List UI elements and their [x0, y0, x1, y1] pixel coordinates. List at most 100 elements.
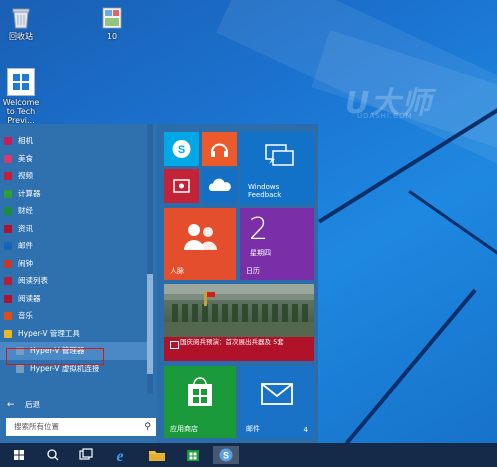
app-item-alarm[interactable]: 闹钟	[0, 255, 150, 273]
app-item-label: 视频	[18, 171, 33, 180]
tile-label: 人脉	[170, 267, 184, 275]
highlight-box	[6, 348, 104, 365]
app-item-finance[interactable]: 财经	[0, 202, 150, 220]
app-list-scrollbar-thumb[interactable]	[147, 274, 153, 374]
app-item-label: 资讯	[18, 223, 33, 233]
file-explorer-button[interactable]	[144, 446, 170, 464]
news-tile-icon	[170, 341, 179, 349]
app-item-label: 邮件	[18, 241, 33, 250]
people-icon	[184, 224, 217, 250]
envelope-icon	[261, 383, 293, 405]
folder-icon	[4, 329, 12, 338]
wallpaper-line	[345, 288, 477, 445]
mail-icon	[4, 242, 12, 250]
tile-onedrive[interactable]	[202, 169, 237, 203]
app-item-label: 美食	[18, 153, 33, 163]
app-item-label: 阅读列表	[18, 276, 48, 285]
tile-music[interactable]	[202, 132, 237, 166]
svg-text:S: S	[223, 451, 229, 461]
mail-unread-count: 4	[303, 426, 308, 434]
tile-label: 日历	[246, 267, 260, 275]
wallpaper-line	[408, 190, 497, 273]
app-item-reading-list[interactable]: 阅读列表	[0, 272, 150, 290]
headphones-icon	[211, 143, 228, 157]
app-item-music[interactable]: 音乐	[0, 307, 150, 325]
start-menu-app-list-pane: 相机 美食 视频 计算器 财经 资讯 邮件 闹钟 阅读列表 阅读器 音乐 Hyp…	[0, 124, 157, 443]
start-button[interactable]	[6, 446, 32, 464]
tile-skype[interactable]: S	[164, 132, 199, 166]
news-icon	[4, 224, 12, 233]
internet-explorer-icon: e	[116, 448, 123, 465]
search-icon	[47, 449, 59, 461]
app-item-label: Hyper-V 管理工具	[18, 328, 80, 338]
search-icon: ⚲	[144, 422, 151, 432]
app-item-mail[interactable]: 邮件	[0, 237, 150, 255]
desktop: U大师 UDASHI.COM 回收站 10 Welcome to Tech Pr…	[0, 0, 497, 467]
app-item-news[interactable]: 资讯	[0, 220, 150, 238]
tile-store[interactable]: 应用商店	[164, 366, 236, 438]
app-item-hyperv-tools-folder[interactable]: Hyper-V 管理工具	[0, 325, 150, 343]
calculator-icon	[4, 189, 12, 198]
app-item-food[interactable]: 美食	[0, 150, 150, 168]
video-icon	[173, 179, 190, 193]
music-icon	[4, 312, 12, 320]
app-item-reader[interactable]: 阅读器	[0, 290, 150, 308]
food-icon	[4, 154, 12, 163]
desktop-icon-label: 回收站	[9, 32, 33, 41]
search-placeholder: 搜索所有位置	[14, 422, 59, 431]
internet-explorer-button[interactable]: e	[107, 446, 133, 465]
search-input[interactable]: 搜索所有位置 ⚲	[6, 418, 156, 436]
back-arrow-icon: ←	[7, 400, 15, 410]
app-item-calculator[interactable]: 计算器	[0, 185, 150, 203]
app-item-label: 闹钟	[18, 258, 33, 268]
tile-label: Windows Feedback	[248, 183, 282, 199]
tile-news[interactable]: 国庆阅兵预演：首次展出兵器及 5套	[164, 284, 314, 361]
store-bag-icon	[188, 377, 212, 406]
start-menu: 相机 美食 视频 计算器 财经 资讯 邮件 闹钟 阅读列表 阅读器 音乐 Hyp…	[0, 124, 318, 443]
app-item-label: 计算器	[18, 188, 41, 198]
desktop-icon-image-file[interactable]: 10	[89, 6, 135, 41]
tile-windows-feedback[interactable]: Windows Feedback	[240, 132, 314, 204]
video-icon	[4, 172, 12, 180]
app-item-label: 相机	[18, 136, 33, 145]
finance-icon	[4, 207, 12, 215]
skype-icon: S	[172, 140, 191, 158]
calendar-day: 2	[249, 212, 269, 247]
onedrive-icon	[208, 178, 231, 191]
svg-text:S: S	[178, 144, 185, 156]
speech-app-button[interactable]: S	[213, 446, 239, 464]
desktop-icon-label: 10	[106, 32, 118, 41]
back-button[interactable]: ← 后退	[0, 396, 150, 414]
image-file-icon	[101, 6, 123, 30]
app-item-camera[interactable]: 相机	[0, 132, 150, 150]
back-button-label: 后退	[25, 400, 40, 409]
recycle-bin-icon	[10, 6, 32, 30]
reading-list-icon	[4, 277, 12, 285]
taskbar: e S	[0, 443, 497, 467]
windows-start-icon	[14, 450, 24, 460]
speech-app-icon: S	[219, 448, 233, 462]
tile-people[interactable]: 人脉	[164, 208, 236, 280]
tile-mail[interactable]: 邮件 4	[240, 366, 314, 438]
store-icon	[187, 450, 199, 461]
speech-bubble-icon	[265, 144, 294, 166]
news-headline: 国庆阅兵预演：首次展出兵器及 5套	[180, 338, 284, 346]
tile-label: 邮件	[246, 425, 260, 433]
store-button[interactable]	[180, 446, 206, 464]
task-view-button[interactable]	[73, 446, 99, 464]
svg-text:e: e	[116, 448, 123, 464]
desktop-icon-welcome[interactable]: Welcome to Tech Previ...	[0, 68, 44, 125]
desktop-icon-recycle-bin[interactable]: 回收站	[0, 6, 44, 41]
tile-calendar[interactable]: 2 星期四 日历	[240, 208, 314, 280]
desktop-icon-label: Welcome to Tech Previ...	[2, 98, 40, 125]
task-view-icon	[79, 448, 93, 460]
tile-video[interactable]	[164, 169, 199, 203]
tile-label: 应用商店	[170, 425, 198, 433]
alarm-icon	[4, 259, 12, 268]
taskbar-search-button[interactable]	[40, 446, 66, 464]
camera-icon	[4, 137, 12, 145]
app-item-video[interactable]: 视频	[0, 167, 150, 185]
app-item-label: 阅读器	[18, 293, 41, 303]
file-explorer-icon	[149, 451, 165, 461]
calendar-weekday: 星期四	[250, 249, 271, 257]
